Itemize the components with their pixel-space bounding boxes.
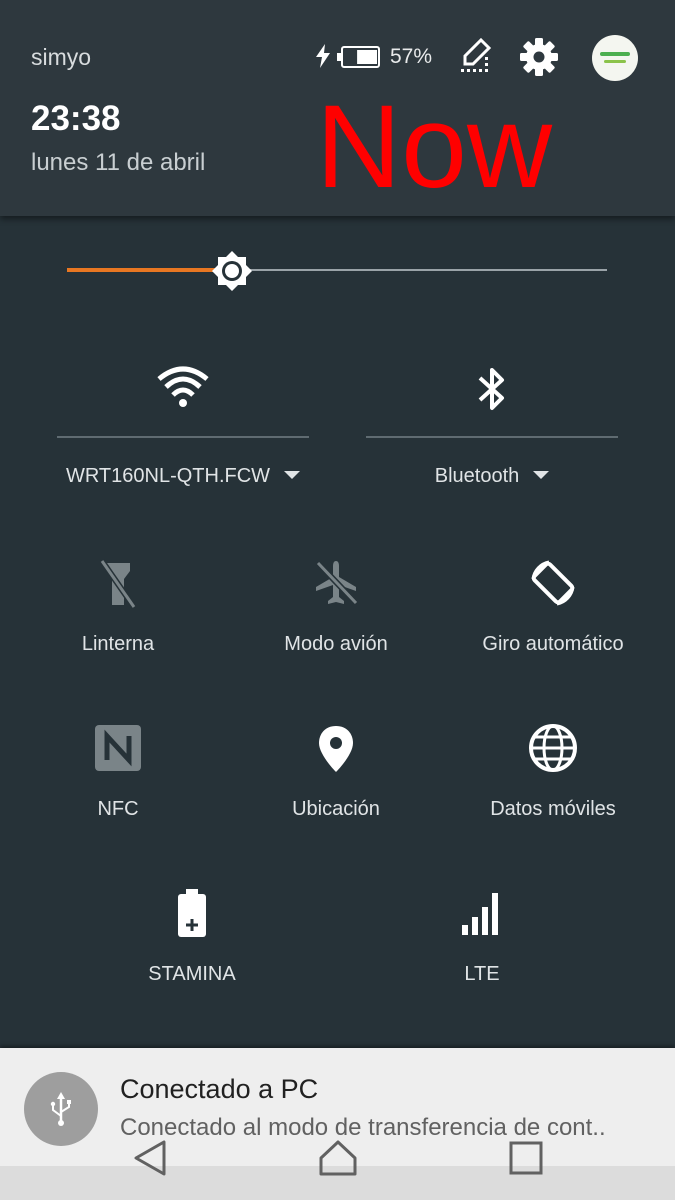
notification-header: simyo 57% 23:38 lunes 11 de abril Now xyxy=(0,0,675,216)
signal-bars-icon xyxy=(462,893,498,935)
brightness-thumb-icon[interactable] xyxy=(211,250,253,292)
tile-label: Modo avión xyxy=(284,633,388,655)
tile-nfc[interactable]: NFC xyxy=(8,722,228,832)
tile-label: Datos móviles xyxy=(490,798,616,820)
tile-giro-automatico[interactable]: Giro automático xyxy=(443,557,663,667)
stamina-battery-icon xyxy=(178,889,206,937)
chevron-down-icon xyxy=(284,470,301,479)
usb-icon xyxy=(50,1092,71,1126)
settings-gear-icon[interactable] xyxy=(519,37,559,77)
tile-label: STAMINA xyxy=(148,963,236,985)
tile-modo-avion[interactable]: Modo avión xyxy=(226,557,446,667)
tile-linterna[interactable]: Linterna xyxy=(8,557,228,667)
tile-label: Giro automático xyxy=(482,633,624,655)
bluetooth-divider xyxy=(366,436,618,438)
bluetooth-tile[interactable]: Bluetooth xyxy=(366,355,618,495)
wifi-icon xyxy=(157,366,209,407)
wifi-network-dropdown[interactable]: WRT160NL-QTH.FCW xyxy=(57,465,309,488)
tile-lte[interactable]: LTE xyxy=(372,887,592,997)
tile-ubicacion[interactable]: Ubicación xyxy=(226,722,446,832)
notification-text: Conectado al modo de transferencia de co… xyxy=(120,1114,606,1141)
battery-percent: 57% xyxy=(390,45,433,68)
tile-label: LTE xyxy=(464,963,500,985)
charging-icon xyxy=(316,44,330,68)
bluetooth-icon xyxy=(478,368,504,410)
location-icon xyxy=(319,726,353,772)
home-icon[interactable] xyxy=(318,1138,358,1178)
tile-label: NFC xyxy=(97,798,139,820)
back-icon[interactable] xyxy=(130,1138,170,1178)
auto-rotate-icon xyxy=(531,560,575,606)
now-overlay-label: Now xyxy=(316,81,553,213)
flashlight-off-icon xyxy=(99,559,137,609)
wifi-network-label: WRT160NL-QTH.FCW xyxy=(65,465,271,487)
recents-icon[interactable] xyxy=(506,1138,546,1178)
nfc-icon xyxy=(95,725,141,771)
airplane-off-icon xyxy=(315,560,359,606)
clock-date: lunes 11 de abril xyxy=(31,149,206,176)
brightness-slider-fill xyxy=(67,268,232,272)
user-avatar[interactable] xyxy=(592,35,638,81)
clock-time: 23:38 xyxy=(31,99,121,138)
tile-stamina[interactable]: STAMINA xyxy=(82,887,302,997)
bluetooth-dropdown[interactable]: Bluetooth xyxy=(366,465,618,488)
notification-icon-circle xyxy=(24,1072,98,1146)
bluetooth-label: Bluetooth xyxy=(434,465,520,487)
chevron-down-icon xyxy=(533,470,550,479)
edit-quick-settings-icon[interactable] xyxy=(459,38,493,74)
tile-label: Linterna xyxy=(81,633,155,655)
wifi-divider xyxy=(57,436,309,438)
tile-datos-moviles[interactable]: Datos móviles xyxy=(443,722,663,832)
notification-title: Conectado a PC xyxy=(120,1074,319,1104)
carrier-name: simyo xyxy=(31,44,92,70)
battery-icon xyxy=(337,46,380,68)
globe-icon xyxy=(529,724,577,772)
wifi-tile[interactable]: WRT160NL-QTH.FCW xyxy=(57,355,309,495)
tile-label: Ubicación xyxy=(292,798,380,820)
